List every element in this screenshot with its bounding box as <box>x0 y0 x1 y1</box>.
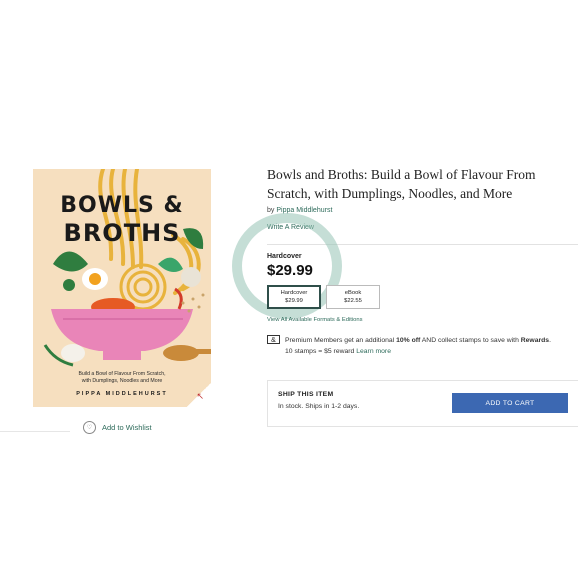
book-cover[interactable]: BOWLS & BROTHS Build a Bowl of Flavour F… <box>33 169 211 407</box>
cover-title-line2: BROTHS <box>63 219 181 247</box>
cover-subtitle-line1: Build a Bowl of Flavour From Scratch, <box>78 371 166 377</box>
premium-promo: Premium Members get an additional 10% of… <box>285 337 551 355</box>
promo-line2: 10 stamps = $5 reward <box>285 348 355 355</box>
cover-author: PIPPA MIDDLEHURST <box>76 391 168 397</box>
by-prefix: by <box>267 207 275 214</box>
promo-rewards: Rewards <box>520 337 550 344</box>
add-to-cart-button[interactable]: ADD TO CART <box>452 393 568 413</box>
format-button-ebook[interactable]: eBook $22.55 <box>326 285 380 309</box>
product-title: Bowls and Broths: Build a Bowl of Flavou… <box>267 167 536 201</box>
promo-highlight: 10% off <box>396 337 421 344</box>
rewards-icon: & <box>267 335 280 344</box>
expand-arrow-icon[interactable]: ↖ <box>196 391 204 402</box>
ship-this-item-panel: SHIP THIS ITEM In stock. Ships in 1-2 da… <box>267 380 578 427</box>
promo-text-before: Premium Members get an additional <box>285 337 395 344</box>
cover-subtitle-line2: with Dumplings, Noodles and More <box>81 378 163 384</box>
view-all-formats-link[interactable]: View All Available Formats & Editions <box>267 317 362 323</box>
format-button-hardcover[interactable]: Hardcover $29.99 <box>267 285 321 309</box>
divider <box>0 431 70 432</box>
cover-title-line1: BOWLS & <box>60 193 184 218</box>
cover-subtitle: Build a Bowl of Flavour From Scratch, wi… <box>33 371 211 385</box>
promo-text-middle: AND collect stamps to save with <box>421 337 519 344</box>
format-price: $22.55 <box>344 298 362 304</box>
heart-icon: ♡ <box>83 421 96 434</box>
ship-title: SHIP THIS ITEM <box>278 391 334 398</box>
format-price: $29.99 <box>285 298 303 304</box>
add-to-wishlist-link[interactable]: ♡ Add to Wishlist <box>83 421 152 434</box>
format-name: Hardcover <box>280 290 308 296</box>
stock-status: In stock. Ships in 1-2 days. <box>278 403 360 410</box>
format-name: eBook <box>344 290 362 296</box>
selected-format-label: Hardcover <box>267 253 302 260</box>
wishlist-label: Add to Wishlist <box>102 423 152 432</box>
product-price: $29.99 <box>267 262 313 279</box>
learn-more-link[interactable]: Learn more <box>356 348 391 355</box>
